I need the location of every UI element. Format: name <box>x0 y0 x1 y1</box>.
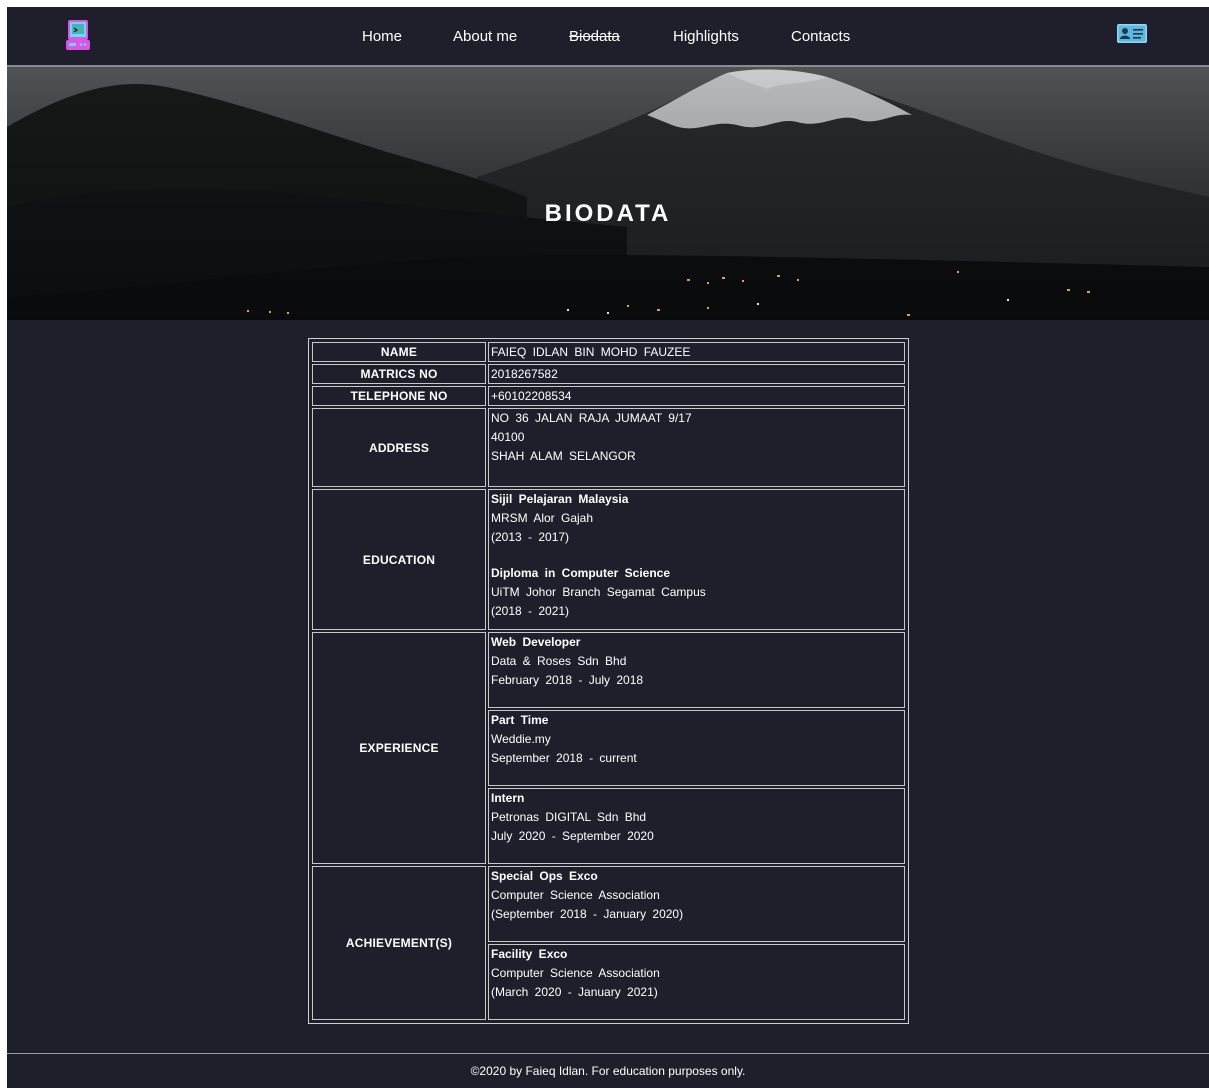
education-entry: Diploma in Computer Science UiTM Johor B… <box>491 564 902 629</box>
telephone-label: TELEPHONE NO <box>312 386 486 406</box>
achievement-place: Computer Science Association <box>491 966 660 980</box>
table-row-achievement-1: ACHIEVEMENT(S) Special Ops Exco Computer… <box>312 866 905 1020</box>
education-period: (2013 - 2017) <box>491 530 570 544</box>
education-value: Sijil Pelajaran Malaysia MRSM Alor Gajah… <box>488 489 905 630</box>
achievement-place: Computer Science Association <box>491 888 660 902</box>
matrics-label: MATRICS NO <box>312 364 486 384</box>
education-label: EDUCATION <box>312 489 486 630</box>
achievement-entry: Facility Exco Computer Science Associati… <box>488 944 905 1020</box>
id-card-icon[interactable] <box>1117 24 1147 43</box>
table-row-telephone: TELEPHONE NO +60102208534 <box>312 386 905 406</box>
achievement-title: Special Ops Exco <box>491 869 598 883</box>
table-row-education: EDUCATION Sijil Pelajaran Malaysia MRSM … <box>312 489 905 630</box>
education-title: Sijil Pelajaran Malaysia <box>491 492 629 506</box>
experience-entry: Part Time Weddie.my September 2018 - cur… <box>488 710 905 786</box>
experience-period: September 2018 - current <box>491 751 637 765</box>
address-line: NO 36 JALAN RAJA JUMAAT 9/17 <box>491 411 692 425</box>
name-label: NAME <box>312 342 486 362</box>
address-line: 40100 <box>491 430 525 444</box>
telephone-value: +60102208534 <box>488 386 905 406</box>
mountain-landscape-image <box>7 67 1209 320</box>
experience-place: Weddie.my <box>491 732 551 746</box>
address-line: SHAH ALAM SELANGOR <box>491 449 636 463</box>
experience-entry: Intern Petronas DIGITAL Sdn Bhd July 202… <box>488 788 905 864</box>
achievement-title: Facility Exco <box>491 947 568 961</box>
table-row-experience-1: EXPERIENCE Web Developer Data & Roses Sd… <box>312 632 905 864</box>
experience-period: February 2018 - July 2018 <box>491 673 644 687</box>
experience-place: Petronas DIGITAL Sdn Bhd <box>491 810 647 824</box>
nav-link-highlights[interactable]: Highlights <box>673 28 739 45</box>
achievement-label: ACHIEVEMENT(S) <box>312 866 486 1020</box>
nav-menu: Home About me Biodata Highlights Contact… <box>7 7 1209 65</box>
table-row-address: ADDRESS NO 36 JALAN RAJA JUMAAT 9/17 401… <box>312 408 905 487</box>
nav-link-about-me[interactable]: About me <box>453 28 517 45</box>
address-label: ADDRESS <box>312 408 486 487</box>
achievement-period: (September 2018 - January 2020) <box>491 907 684 921</box>
experience-title: Part Time <box>491 713 549 727</box>
education-place: UiTM Johor Branch Segamat Campus <box>491 585 706 599</box>
footer: ©2020 by Faieq Idlan. For education purp… <box>7 1053 1209 1088</box>
biodata-table: NAME FAIEQ IDLAN BIN MOHD FAUZEE MATRICS… <box>308 338 909 1024</box>
name-value: FAIEQ IDLAN BIN MOHD FAUZEE <box>488 342 905 362</box>
experience-period: July 2020 - September 2020 <box>491 829 654 843</box>
address-value: NO 36 JALAN RAJA JUMAAT 9/17 40100 SHAH … <box>488 408 905 487</box>
nav-link-biodata[interactable]: Biodata <box>569 28 620 45</box>
achievement-period: (March 2020 - January 2021) <box>491 985 658 999</box>
experience-title: Intern <box>491 791 525 805</box>
experience-place: Data & Roses Sdn Bhd <box>491 654 627 668</box>
page-title: BIODATA <box>544 200 672 227</box>
hero-banner: BIODATA <box>7 67 1209 320</box>
achievement-entry: Special Ops Exco Computer Science Associ… <box>488 866 905 942</box>
education-entry: Sijil Pelajaran Malaysia MRSM Alor Gajah… <box>491 490 902 564</box>
footer-copyright: ©2020 by Faieq Idlan. For education purp… <box>470 1064 746 1078</box>
nav-link-contacts[interactable]: Contacts <box>791 28 850 45</box>
experience-label: EXPERIENCE <box>312 632 486 864</box>
education-place: MRSM Alor Gajah <box>491 511 594 525</box>
top-nav: Home About me Biodata Highlights Contact… <box>7 7 1209 67</box>
education-period: (2018 - 2021) <box>491 604 570 618</box>
matrics-value: 2018267582 <box>488 364 905 384</box>
nav-link-home[interactable]: Home <box>362 28 402 45</box>
education-title: Diploma in Computer Science <box>491 566 671 580</box>
page: Home About me Biodata Highlights Contact… <box>7 7 1209 1088</box>
experience-title: Web Developer <box>491 635 581 649</box>
table-row-matrics: MATRICS NO 2018267582 <box>312 364 905 384</box>
experience-entry: Web Developer Data & Roses Sdn Bhd Febru… <box>488 632 905 708</box>
table-row-name: NAME FAIEQ IDLAN BIN MOHD FAUZEE <box>312 342 905 362</box>
